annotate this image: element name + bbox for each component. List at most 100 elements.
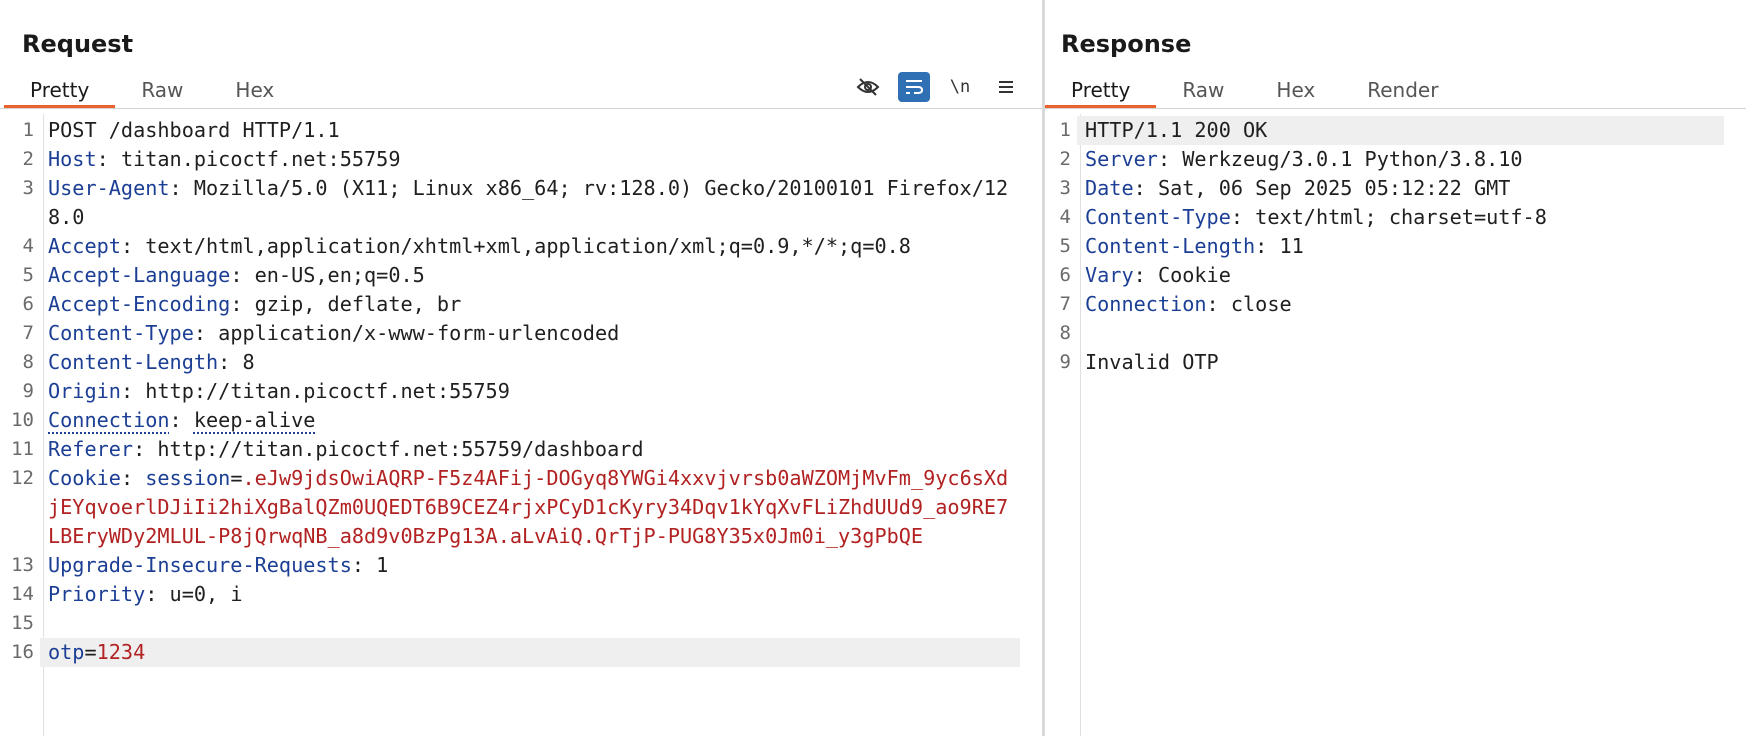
line-number: 5	[22, 264, 34, 286]
response-lines: 1 HTTP/1.1 200 OK 2 Server: Werkzeug/3.0.1 …	[1045, 116, 1724, 377]
line-number: 3	[22, 177, 34, 199]
header-separator: :	[120, 379, 146, 403]
line-number: 2	[22, 148, 34, 170]
header-value: gzip, deflate, br	[254, 292, 462, 316]
code-line: 8 Content-Length: 8	[0, 348, 1020, 377]
header-value: en-US,en;q=0.5	[254, 263, 425, 287]
header-name: otp	[48, 640, 85, 664]
header-name: Connection	[48, 408, 170, 432]
header-name: Referer	[48, 437, 134, 461]
header-value: Werkzeug/3.0.1 Python/3.8.10	[1182, 147, 1523, 171]
code-line: 3 User-Agent: Mozilla/5.0 (X11; Linux x86…	[0, 174, 1020, 232]
line-number: 5	[1059, 235, 1071, 257]
request-title: Request	[22, 30, 134, 58]
newline-glyph: \n	[949, 77, 971, 97]
line-number: 12	[11, 467, 34, 489]
line-code: Origin: http://titan.picoctf.net:55759	[40, 377, 1020, 406]
code-line: 13 Upgrade-Insecure-Requests: 1	[0, 551, 1020, 580]
header-value: HTTP/1.1 200 OK	[1085, 118, 1268, 142]
newline-icon[interactable]: \n	[944, 72, 976, 102]
header-name: Accept	[48, 234, 121, 258]
response-panel: Response Pretty Raw Hex Render 1 HTTP/1.1…	[1045, 0, 1746, 736]
header-separator: :	[96, 147, 121, 171]
header-separator: :	[230, 263, 255, 287]
cookie-name: session	[145, 466, 231, 490]
header-separator: :	[133, 437, 158, 461]
line-code: Content-Length: 11	[1077, 232, 1724, 261]
line-number: 7	[22, 322, 34, 344]
header-name: Content-Length	[1085, 234, 1256, 258]
line-number: 11	[11, 438, 34, 460]
line-number: 9	[22, 380, 34, 402]
header-value: 1	[376, 553, 389, 577]
request-tab-raw[interactable]: Raw	[115, 72, 209, 108]
line-code: Invalid OTP	[1077, 348, 1724, 377]
line-number: 8	[1059, 322, 1071, 344]
header-value: titan.picoctf.net:55759	[120, 147, 401, 171]
header-name: Content-Length	[48, 350, 219, 374]
header-separator: :	[351, 553, 377, 577]
code-line: 4 Accept: text/html,application/xhtml+xml…	[0, 232, 1020, 261]
header-value: keep-alive	[193, 408, 316, 432]
eye-slash-icon[interactable]	[852, 72, 884, 102]
menu-icon[interactable]	[990, 72, 1022, 102]
header-name: Upgrade-Insecure-Requests	[48, 553, 352, 577]
header-value: 8	[242, 350, 255, 374]
code-line: 2 Server: Werkzeug/3.0.1 Python/3.8.10	[1045, 145, 1724, 174]
line-number: 15	[11, 612, 34, 634]
response-editor[interactable]: 1 HTTP/1.1 200 OK 2 Server: Werkzeug/3.0.1 …	[1045, 114, 1746, 736]
line-number: 6	[1059, 264, 1071, 286]
line-number: 7	[1059, 293, 1071, 315]
code-line: 2 Host: titan.picoctf.net:55759	[0, 145, 1020, 174]
request-tab-hex[interactable]: Hex	[209, 72, 300, 108]
line-code: Cookie: session=.eJw9jdsOwiAQRP-F5z4AFij…	[40, 464, 1020, 551]
header-value: u=0, i	[169, 582, 243, 606]
response-tab-hex[interactable]: Hex	[1250, 72, 1341, 108]
header-name: Priority	[48, 582, 146, 606]
header-value: http://titan.picoctf.net:55759	[145, 379, 510, 403]
header-value: application/x-www-form-urlencoded	[218, 321, 620, 345]
code-line: 1 POST /dashboard HTTP/1.1	[0, 116, 1020, 145]
header-separator: :	[169, 408, 194, 432]
header-value: Invalid OTP	[1085, 350, 1219, 374]
request-lines: 1 POST /dashboard HTTP/1.1 2 Host: titan.pi…	[0, 116, 1020, 667]
line-code: Server: Werkzeug/3.0.1 Python/3.8.10	[1077, 145, 1724, 174]
header-name: Accept-Language	[48, 263, 231, 287]
code-line: 7 Content-Type: application/x-www-form-ur…	[0, 319, 1020, 348]
line-code: otp=1234	[40, 638, 1020, 667]
header-separator: :	[1133, 176, 1158, 200]
header-name: Connection	[1085, 292, 1207, 316]
request-tab-pretty[interactable]: Pretty	[4, 72, 116, 108]
code-line: 3 Date: Sat, 06 Sep 2025 05:12:22 GMT	[1045, 174, 1724, 203]
line-number: 2	[1059, 148, 1071, 170]
header-value: text/html; charset=utf-8	[1255, 205, 1547, 229]
request-tabs: Pretty Raw Hex	[4, 72, 300, 108]
response-tab-pretty[interactable]: Pretty	[1045, 72, 1157, 108]
header-value: Sat, 06 Sep 2025 05:12:22 GMT	[1157, 176, 1511, 200]
response-tab-render[interactable]: Render	[1341, 72, 1464, 108]
code-line: 8	[1045, 319, 1724, 348]
code-line: 14 Priority: u=0, i	[0, 580, 1020, 609]
header-separator: :	[1206, 292, 1231, 316]
request-editor[interactable]: 1 POST /dashboard HTTP/1.1 2 Host: titan.pi…	[0, 114, 1042, 736]
line-code: Connection: keep-alive	[40, 406, 1020, 435]
wrap-lines-icon[interactable]	[898, 72, 930, 102]
code-line: 5 Content-Length: 11	[1045, 232, 1724, 261]
header-separator: :	[1230, 205, 1256, 229]
code-line: 10 Connection: keep-alive	[0, 406, 1020, 435]
header-separator: :	[230, 292, 255, 316]
code-line: 1 HTTP/1.1 200 OK	[1045, 116, 1724, 145]
request-panel: Request Pretty Raw Hex \n 1 POST /dashboa…	[0, 0, 1042, 736]
header-value: POST /dashboard HTTP/1.1	[48, 118, 340, 142]
header-name: Content-Type	[1085, 205, 1231, 229]
header-separator: =	[84, 640, 97, 664]
header-separator: :	[1133, 263, 1158, 287]
line-code: Upgrade-Insecure-Requests: 1	[40, 551, 1020, 580]
header-separator: :	[1157, 147, 1183, 171]
header-name: Content-Type	[48, 321, 194, 345]
line-number: 8	[22, 351, 34, 373]
request-tabs-divider	[0, 108, 1042, 109]
response-tab-raw[interactable]: Raw	[1156, 72, 1250, 108]
